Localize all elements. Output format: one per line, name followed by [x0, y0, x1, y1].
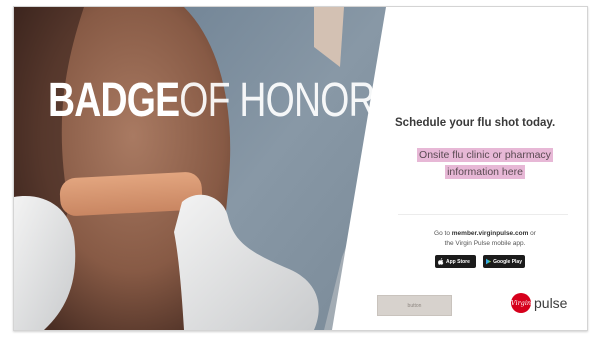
virgin-pulse-logo: Virgin pulse — [511, 293, 567, 313]
action-button[interactable]: button — [377, 295, 452, 316]
virgin-logo-mark: Virgin — [511, 293, 531, 313]
google-play-icon — [486, 258, 492, 265]
logo-wordmark: pulse — [534, 295, 568, 311]
app-store-badge[interactable]: App Store — [435, 255, 476, 268]
app-store-label: App Store — [446, 258, 470, 265]
divider — [398, 214, 568, 215]
apple-icon — [438, 258, 444, 265]
goto-prefix: Go to — [434, 230, 452, 237]
headline-bold: BADGE — [48, 74, 180, 127]
headline-light: OF HONOR — [179, 74, 375, 127]
placeholder-line-1: Onsite flu clinic or pharmacy — [417, 148, 553, 162]
google-play-label: Google Play — [493, 258, 522, 265]
google-play-badge[interactable]: Google Play — [483, 255, 525, 268]
placeholder-line-2: information here — [445, 165, 525, 179]
clinic-info-placeholder: Onsite flu clinic or pharmacy informatio… — [400, 147, 570, 181]
goto-line-2: the Virgin Pulse mobile app. — [444, 240, 526, 247]
flyer: BADGEOF HONOR Schedule your flu shot tod… — [13, 6, 588, 331]
headline: BADGEOF HONOR — [48, 74, 376, 127]
goto-suffix: or — [528, 230, 536, 237]
goto-text: Go to member.virginpulse.com or the Virg… — [400, 229, 570, 249]
schedule-heading: Schedule your flu shot today. — [395, 117, 556, 129]
goto-site-link[interactable]: member.virginpulse.com — [452, 230, 529, 237]
